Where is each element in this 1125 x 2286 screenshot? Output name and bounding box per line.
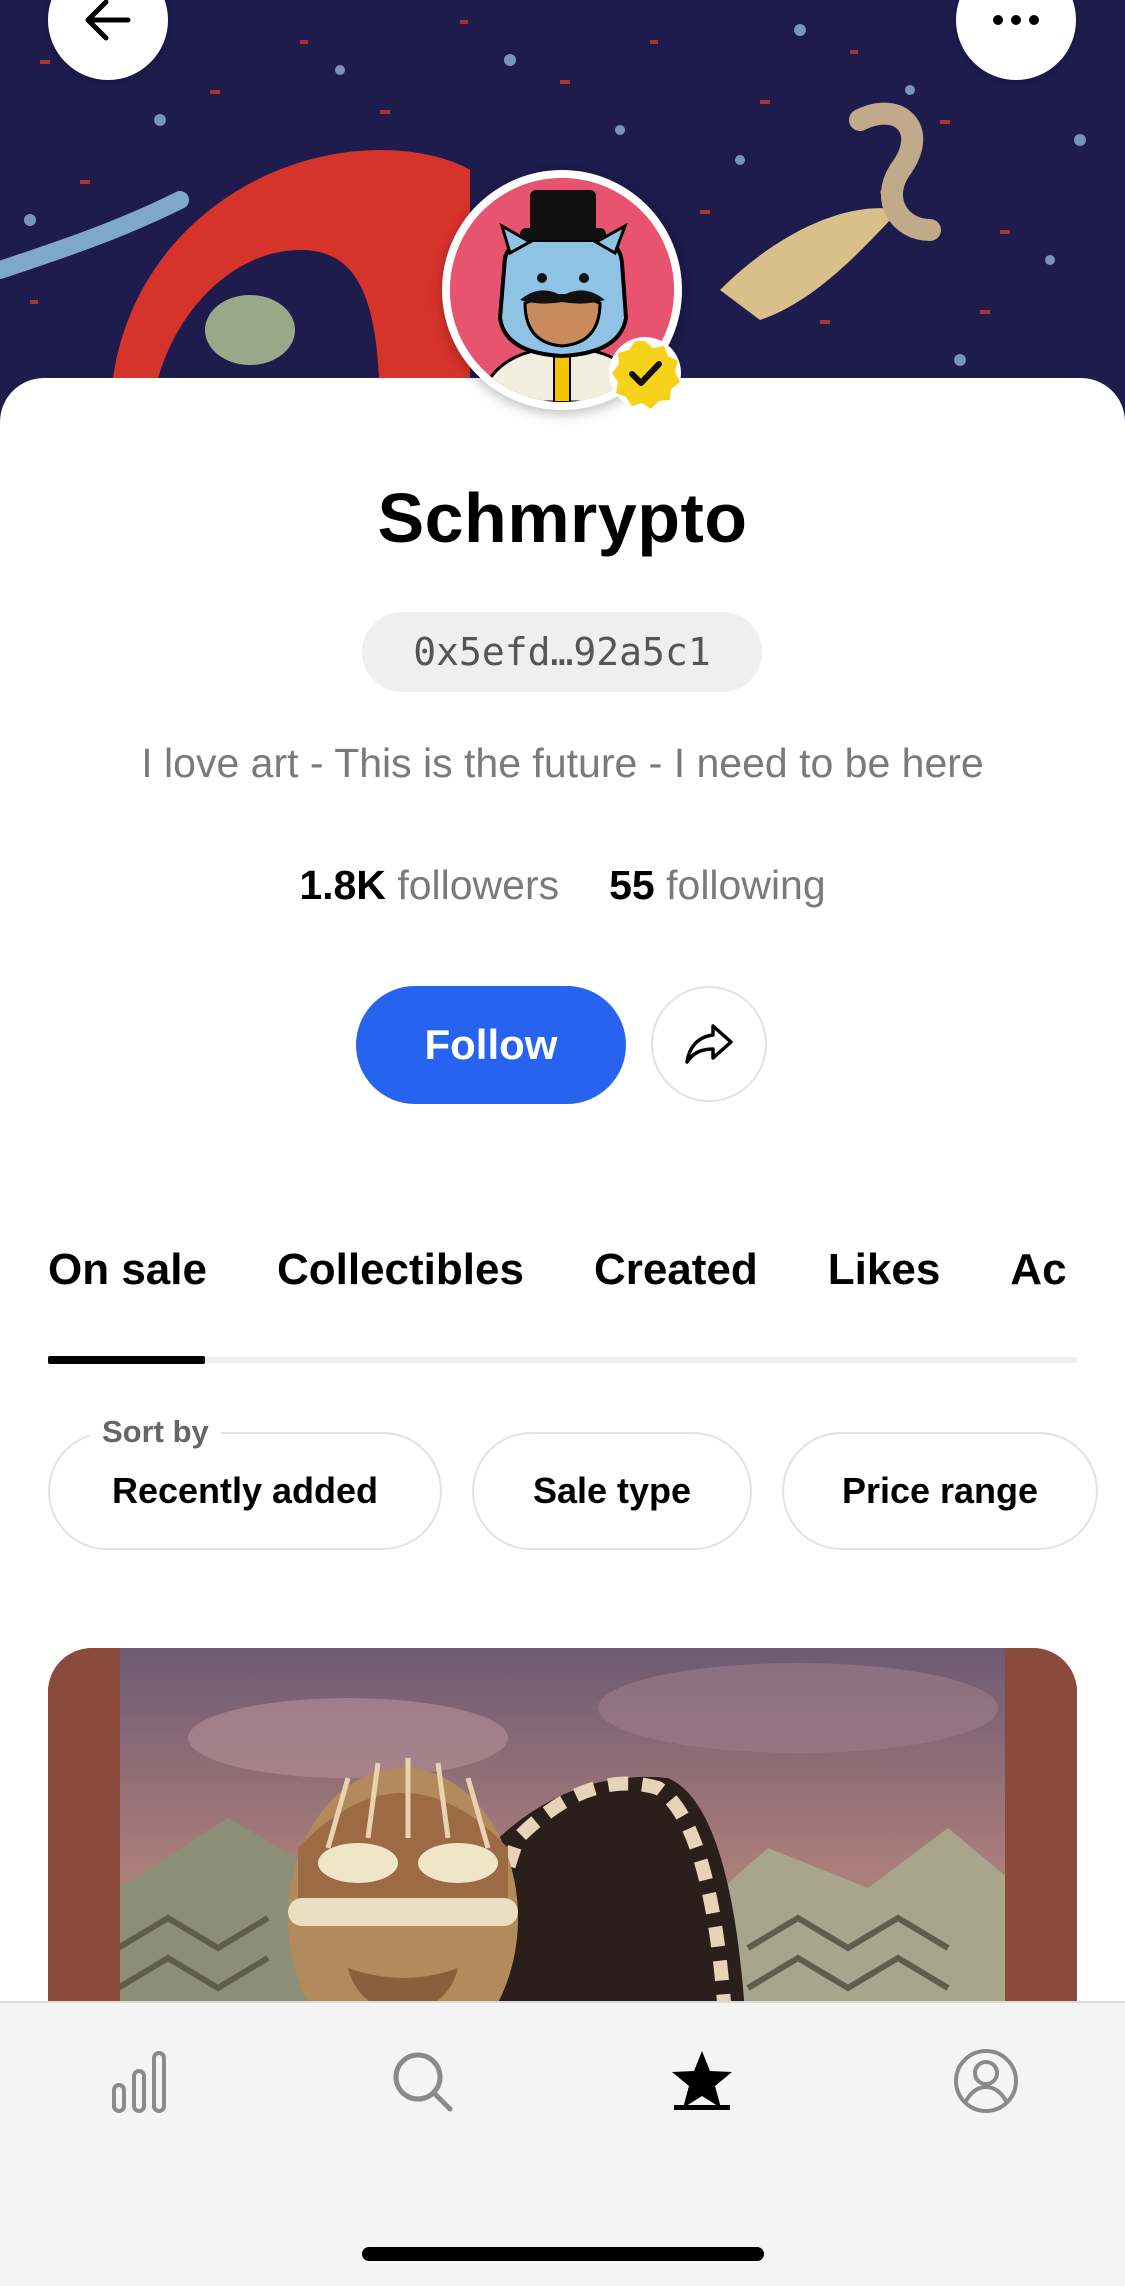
profile-bio: I love art - This is the future - I need… <box>141 740 984 786</box>
followers-link[interactable]: 1.8K followers <box>299 862 559 908</box>
nav-profile[interactable] <box>950 2045 1022 2117</box>
bottom-navigation <box>0 2001 1125 2286</box>
arrow-left-icon <box>85 0 131 41</box>
price-range-filter[interactable]: Price range <box>782 1432 1098 1550</box>
follow-button[interactable]: Follow <box>356 986 626 1104</box>
tab-on-sale[interactable]: On sale <box>48 1240 207 1300</box>
nav-stats[interactable] <box>104 2045 176 2117</box>
tab-likes[interactable]: Likes <box>828 1240 941 1300</box>
share-button[interactable] <box>651 986 767 1102</box>
following-count: 55 <box>609 862 655 908</box>
sale-type-filter[interactable]: Sale type <box>472 1432 752 1550</box>
avatar[interactable] <box>442 170 682 410</box>
price-range-label: Price range <box>841 1470 1039 1511</box>
profile-tabs: On sale Collectibles Created Likes Ac <box>48 1240 1077 1350</box>
tab-activity[interactable]: Ac <box>1010 1240 1066 1300</box>
sort-by-caption: Sort by <box>90 1414 221 1450</box>
verified-badge-icon <box>608 336 682 410</box>
following-link[interactable]: 55 following <box>609 862 826 908</box>
search-icon <box>393 2052 453 2112</box>
tab-collectibles[interactable]: Collectibles <box>277 1240 524 1300</box>
nav-search[interactable] <box>386 2045 458 2117</box>
nav-active-indicator <box>674 2105 730 2110</box>
follow-stats: 1.8K followers 55 following <box>0 862 1125 909</box>
followers-count: 1.8K <box>299 862 386 908</box>
followers-label: followers <box>397 862 560 908</box>
bar-chart-icon <box>112 2051 166 2113</box>
user-circle-icon <box>954 2049 1018 2113</box>
sale-type-label: Sale type <box>532 1470 692 1511</box>
following-label: following <box>666 862 826 908</box>
share-arrow-icon <box>685 1024 733 1064</box>
wallet-address-chip[interactable]: 0x5efd…92a5c1 <box>362 612 762 692</box>
more-horizontal-icon <box>993 15 1039 25</box>
sort-by-value: Recently added <box>111 1470 379 1511</box>
tab-created[interactable]: Created <box>594 1240 758 1300</box>
tab-active-indicator <box>48 1356 205 1364</box>
home-indicator <box>362 2247 764 2261</box>
profile-name: Schmrypto <box>377 479 748 557</box>
